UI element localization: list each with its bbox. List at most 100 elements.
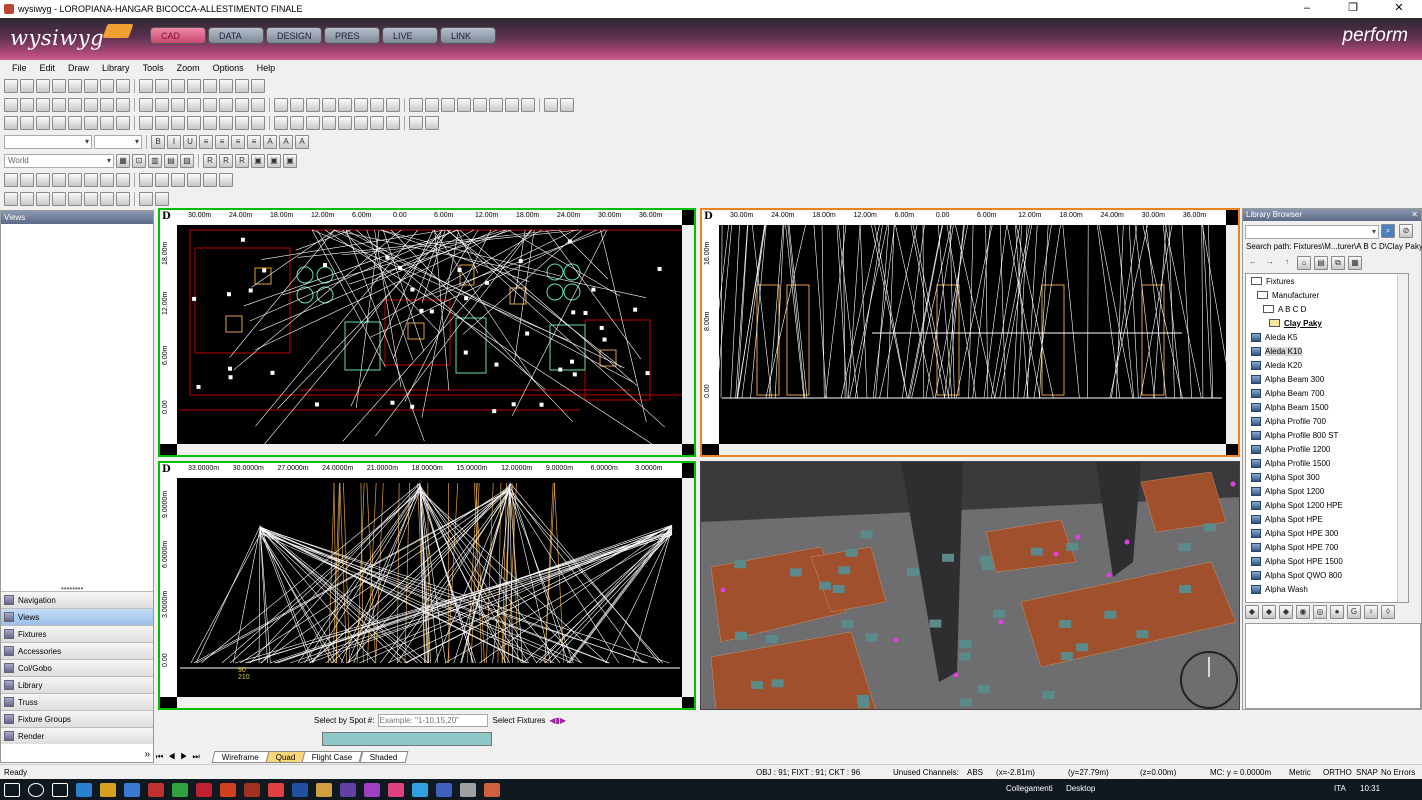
library-tree-item[interactable]: Alpha Wash <box>1246 582 1408 596</box>
accessory-icon[interactable]: ◆ <box>1279 605 1293 619</box>
truss-icon[interactable] <box>322 98 336 112</box>
text-icon[interactable] <box>306 98 320 112</box>
line-icon[interactable] <box>386 98 400 112</box>
library-search-input[interactable] <box>1245 225 1379 239</box>
view-d-icon[interactable]: D <box>162 464 171 475</box>
horizontal-scrollbar[interactable] <box>719 444 1226 455</box>
vertical-scrollbar[interactable] <box>682 225 694 444</box>
mode-tab-pres[interactable]: PRES <box>324 27 380 44</box>
truss-icon[interactable] <box>505 98 519 112</box>
vertical-scrollbar[interactable] <box>1226 225 1238 444</box>
taskbar-app-icon[interactable] <box>28 782 44 797</box>
mode-tab-link[interactable]: LINK <box>440 27 496 44</box>
array-b-icon[interactable]: ▣ <box>267 154 281 168</box>
text-size-c-icon[interactable]: A <box>295 135 309 149</box>
polygon-icon[interactable] <box>473 98 487 112</box>
nav-item-accessories[interactable]: Accessories <box>1 642 153 659</box>
print-icon[interactable] <box>52 79 66 93</box>
axis-icon[interactable] <box>116 116 130 130</box>
refresh-icon[interactable] <box>171 79 185 93</box>
spot-number-input[interactable] <box>378 714 489 727</box>
new-icon[interactable] <box>187 79 201 93</box>
search-icon[interactable]: ⌕ <box>1381 224 1395 238</box>
align-right-icon[interactable] <box>36 192 50 206</box>
taskbar-app-icon[interactable] <box>316 782 332 797</box>
library-tree-item[interactable]: Aleda K20 <box>1246 358 1408 372</box>
zoom-fit-icon[interactable] <box>36 173 50 187</box>
polyline-icon[interactable] <box>36 98 50 112</box>
library-tree-item[interactable]: Aleda K5 <box>1246 330 1408 344</box>
menu-draw[interactable]: Draw <box>68 63 89 73</box>
text-icon[interactable] <box>116 98 130 112</box>
library-tree-item[interactable]: Alpha Spot HPE 1500 <box>1246 554 1408 568</box>
viewport-plan[interactable]: 30.00m 24.00m 18.00m 12.00m 6.00m 0.00 6.00m 12… <box>158 208 696 457</box>
select-icon[interactable] <box>187 98 201 112</box>
render-icon[interactable] <box>219 173 233 187</box>
new-folder-icon[interactable]: ▤ <box>1314 256 1328 270</box>
library-tree-item[interactable]: Manufacturer <box>1246 288 1408 302</box>
truss-icon[interactable] <box>139 98 153 112</box>
grid-icon[interactable] <box>187 116 201 130</box>
paste-icon[interactable] <box>100 79 114 93</box>
library-tree-item[interactable]: Alpha Profile 800 ST <box>1246 428 1408 442</box>
maximize-button[interactable]: ❐ <box>1330 0 1376 18</box>
library-tree-item[interactable]: Alpha Spot 1200 <box>1246 484 1408 498</box>
circle-icon[interactable] <box>441 98 455 112</box>
open-icon[interactable] <box>20 79 34 93</box>
tab-nav-arrows-icon[interactable]: ⏮◀▶⏭ <box>156 752 205 762</box>
redo-icon[interactable] <box>155 79 169 93</box>
view-icon[interactable] <box>155 116 169 130</box>
menu-options[interactable]: Options <box>213 63 244 73</box>
layer-icon[interactable] <box>354 116 368 130</box>
cube-icon[interactable] <box>274 116 288 130</box>
text-size-a-icon[interactable]: A <box>263 135 277 149</box>
axis-icon[interactable] <box>386 116 400 130</box>
align-justify-icon[interactable]: ≡ <box>247 135 261 149</box>
copy-icon[interactable]: ⧉ <box>1331 256 1345 270</box>
taskbar-app-icon[interactable] <box>244 782 260 797</box>
arc-icon[interactable] <box>52 98 66 112</box>
viewport-shaded-3d[interactable] <box>700 461 1240 710</box>
library-tree-item[interactable]: Alpha Spot 1200 HPE <box>1246 498 1408 512</box>
gobo-g-icon[interactable]: G <box>1347 605 1361 619</box>
view-icon[interactable] <box>425 116 439 130</box>
select-icon[interactable] <box>370 98 384 112</box>
cut-icon[interactable] <box>68 79 82 93</box>
taskbar-app-icon[interactable] <box>412 782 428 797</box>
camera-icon[interactable] <box>68 116 82 130</box>
zoom-out-icon[interactable] <box>139 173 153 187</box>
circle-icon[interactable] <box>68 98 82 112</box>
zoom-in-icon[interactable] <box>4 173 18 187</box>
new-icon[interactable] <box>4 79 18 93</box>
taskbar-app-icon[interactable] <box>76 782 92 797</box>
camera-icon[interactable] <box>203 116 217 130</box>
taskbar-app-icon[interactable] <box>292 782 308 797</box>
nav-item-fixture-groups[interactable]: Fixture Groups <box>1 710 153 727</box>
align-center-icon[interactable] <box>20 192 34 206</box>
mode-tab-cad[interactable]: CAD <box>150 27 206 44</box>
menu-file[interactable]: File <box>12 63 27 73</box>
mode-tab-design[interactable]: DESIGN <box>266 27 322 44</box>
snap-icon[interactable] <box>306 116 320 130</box>
array-a-icon[interactable]: ▣ <box>251 154 265 168</box>
select-arrows-icon[interactable]: ◀▮▶ <box>549 716 566 725</box>
grid-icon[interactable] <box>52 116 66 130</box>
taskbar-app-icon[interactable] <box>148 782 164 797</box>
fixture-icon[interactable]: ◆ <box>1245 605 1259 619</box>
snap-icon[interactable] <box>36 116 50 130</box>
library-tree-item[interactable]: Alpha Spot HPE <box>1246 512 1408 526</box>
arc-icon[interactable] <box>235 98 249 112</box>
delete-icon[interactable] <box>116 79 130 93</box>
back-arrow-icon[interactable]: ← <box>1246 256 1260 270</box>
library-tree-item[interactable]: Clay Paky <box>1246 316 1408 330</box>
taskbar-app-icon[interactable] <box>220 782 236 797</box>
tab-shaded[interactable]: Shaded <box>359 750 408 763</box>
horizontal-scrollbar[interactable] <box>177 444 682 455</box>
view-icon[interactable] <box>290 116 304 130</box>
camera-icon[interactable] <box>338 116 352 130</box>
lock-icon[interactable]: ⊡ <box>132 154 146 168</box>
viewport-front-elevation[interactable]: 30.00m 24.00m 18.00m 12.00m 6.00m 0.00 6.00m 12… <box>700 208 1240 457</box>
menu-library[interactable]: Library <box>102 63 130 73</box>
pan-icon[interactable] <box>100 116 114 130</box>
taskbar-language[interactable]: ITA <box>1334 784 1346 793</box>
